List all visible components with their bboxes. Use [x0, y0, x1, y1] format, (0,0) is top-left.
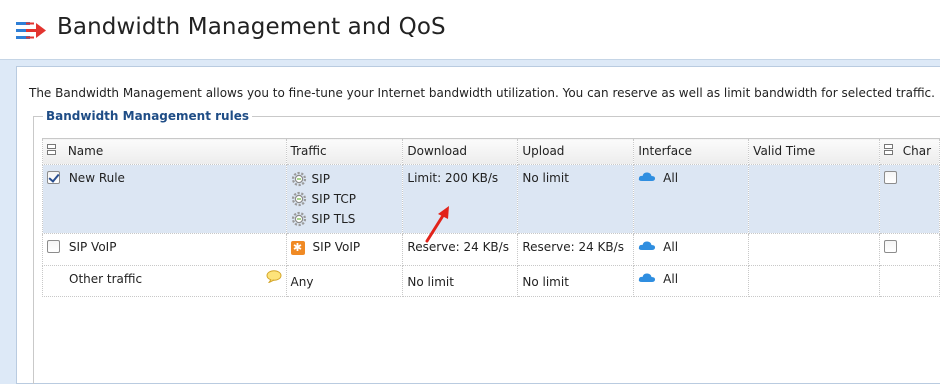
- comment-icon[interactable]: [266, 270, 282, 283]
- download-value: No limit: [407, 275, 454, 289]
- column-header-upload[interactable]: Upload: [517, 138, 635, 165]
- traffic-label: SIP TCP: [311, 192, 356, 206]
- page-title: Bandwidth Management and QoS: [57, 14, 446, 40]
- upload-value: No limit: [522, 171, 569, 185]
- page-header: Bandwidth Management and QoS: [0, 0, 940, 60]
- traffic-cell[interactable]: SIP SIP TCP SIP TLS: [285, 164, 404, 234]
- bandwidth-logo-icon: [16, 22, 46, 39]
- char-cell[interactable]: [878, 265, 940, 297]
- traffic-item: SIP: [291, 169, 399, 189]
- column-header-interface[interactable]: Interface: [633, 138, 750, 165]
- valid-time-cell[interactable]: [748, 265, 880, 297]
- traffic-label: Any: [290, 275, 314, 289]
- column-label: Download: [407, 144, 468, 158]
- valid-time-cell[interactable]: [748, 164, 880, 234]
- upload-cell[interactable]: No limit: [517, 265, 635, 297]
- upload-value: Reserve: 24 KB/s: [522, 240, 624, 254]
- column-label: Name: [67, 144, 104, 158]
- rule-enabled-checkbox[interactable]: [47, 240, 60, 253]
- column-label: Char: [902, 144, 932, 158]
- interface-value: All: [663, 272, 679, 286]
- traffic-cell[interactable]: ✱ SIP VoIP: [285, 233, 404, 266]
- cloud-icon: [639, 241, 656, 250]
- column-label: Valid Time: [753, 144, 816, 158]
- char-checkbox[interactable]: [883, 240, 897, 253]
- table-row[interactable]: New Rule SIP SIP TCP SIP TLS Limit: 200 …: [42, 164, 940, 234]
- column-label: Traffic: [290, 144, 327, 158]
- rule-name: SIP VoIP: [68, 240, 117, 254]
- column-header-name[interactable]: Name: [42, 138, 287, 165]
- rule-enabled-checkbox[interactable]: [47, 171, 60, 184]
- cloud-icon: [639, 172, 656, 181]
- interface-cell[interactable]: All: [633, 233, 750, 266]
- upload-value: No limit: [522, 275, 569, 289]
- interface-value: All: [663, 240, 679, 254]
- traffic-label: SIP: [311, 172, 330, 186]
- service-gear-icon: [291, 171, 306, 187]
- rule-name: Other traffic: [69, 272, 143, 286]
- traffic-label: SIP TLS: [311, 212, 356, 226]
- column-header-traffic[interactable]: Traffic: [285, 138, 404, 165]
- column-label: Upload: [522, 144, 565, 158]
- table-row[interactable]: SIP VoIP ✱ SIP VoIP Reserve: 24 KB/s Rese…: [42, 233, 940, 266]
- valid-time-cell[interactable]: [748, 233, 880, 266]
- select-all-icon[interactable]: [47, 144, 56, 156]
- column-header-download[interactable]: Download: [402, 138, 519, 165]
- interface-cell[interactable]: All: [633, 265, 750, 297]
- char-cell[interactable]: [878, 164, 940, 234]
- service-gear-icon: [291, 191, 306, 207]
- upload-cell[interactable]: No limit: [517, 164, 635, 234]
- service-gear-icon: [291, 211, 306, 227]
- download-cell[interactable]: No limit: [402, 265, 519, 297]
- interface-value: All: [663, 171, 679, 185]
- interface-cell[interactable]: All: [633, 164, 750, 234]
- voip-service-icon: ✱: [290, 241, 305, 255]
- upload-cell[interactable]: Reserve: 24 KB/s: [517, 233, 635, 266]
- section-title: Bandwidth Management rules: [43, 109, 252, 123]
- table-header-row: Name Traffic Download Upload Interface V…: [42, 138, 940, 165]
- traffic-item: SIP TCP: [291, 189, 399, 209]
- cloud-icon: [639, 273, 656, 282]
- column-label: Interface: [638, 144, 693, 158]
- rule-name-cell[interactable]: New Rule: [42, 164, 287, 234]
- column-header-char[interactable]: Char: [878, 138, 940, 165]
- intro-text: The Bandwidth Management allows you to f…: [29, 86, 935, 100]
- table-row[interactable]: Other traffic Any No limit No limit All: [42, 265, 940, 297]
- traffic-cell[interactable]: Any: [285, 265, 404, 297]
- char-cell[interactable]: [878, 233, 940, 266]
- char-checkbox[interactable]: [883, 171, 897, 184]
- rule-name: New Rule: [68, 171, 125, 185]
- rule-name-cell[interactable]: SIP VoIP: [42, 233, 287, 266]
- select-all-icon[interactable]: [883, 144, 893, 156]
- traffic-label: SIP VoIP: [312, 240, 361, 254]
- red-arrow-annotation: [425, 206, 449, 243]
- rules-table: Name Traffic Download Upload Interface V…: [42, 138, 940, 297]
- column-header-valid-time[interactable]: Valid Time: [748, 138, 880, 165]
- download-value: Limit: 200 KB/s: [407, 171, 499, 185]
- traffic-item: SIP TLS: [291, 209, 399, 229]
- rule-name-cell[interactable]: Other traffic: [42, 265, 287, 297]
